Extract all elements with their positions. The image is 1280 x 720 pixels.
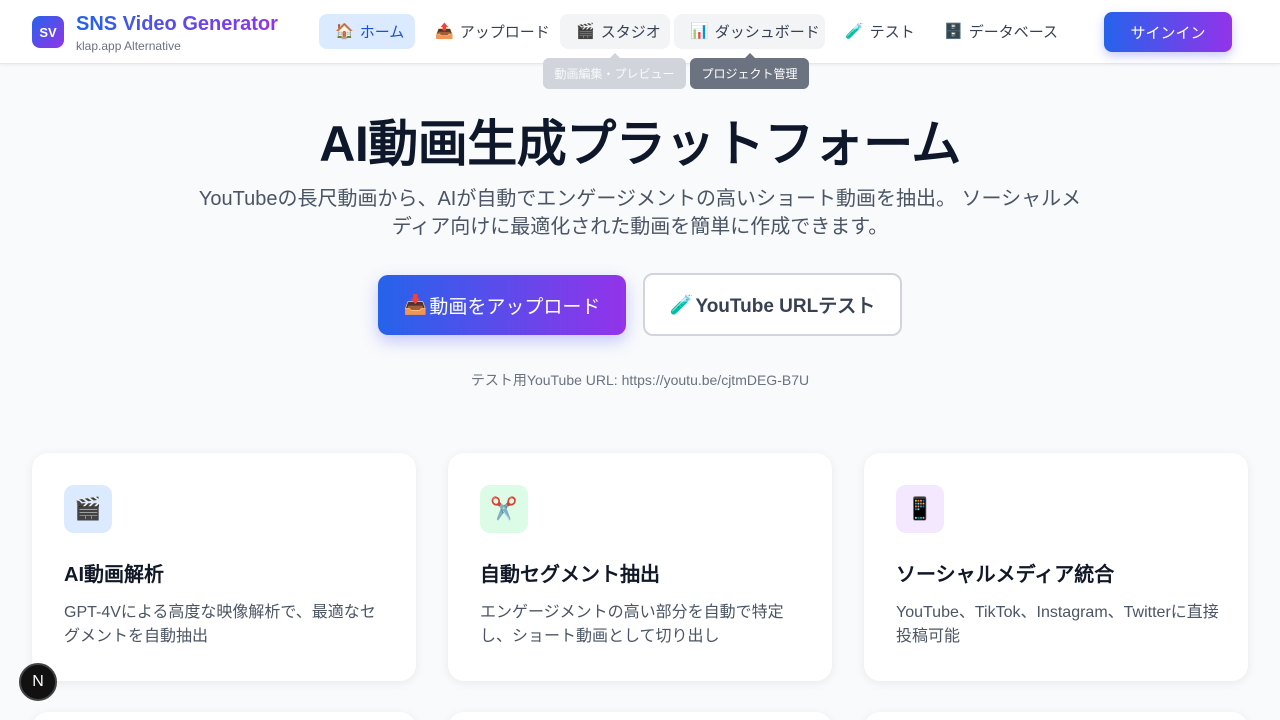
nav-item-label: テスト xyxy=(869,24,915,41)
inbox-tray-icon: 📥 xyxy=(403,295,428,316)
feature-card-partial xyxy=(32,712,416,720)
nextjs-dev-badge[interactable]: N xyxy=(19,663,57,701)
scissors-icon: ✂️ xyxy=(480,485,528,533)
home-icon: 🏠 xyxy=(335,23,354,40)
test-url-text: テスト用YouTube URL: https://youtu.be/cjtmDE… xyxy=(470,372,810,388)
feature-card-partial xyxy=(448,712,832,720)
test-tube-icon: 🧪 xyxy=(845,23,864,40)
upload-video-button-label: 動画をアップロード xyxy=(429,296,601,318)
feature-title: AI動画解析 xyxy=(64,564,164,586)
nav-item-label: アップロード xyxy=(459,24,550,41)
nav-item-upload[interactable]: 📤 アップロード xyxy=(419,14,556,49)
test-tube-icon: 🧪 xyxy=(669,294,694,316)
youtube-url-test-button[interactable]: 🧪 YouTube URLテスト xyxy=(643,273,902,336)
nav-item-label: スタジオ xyxy=(600,24,661,41)
feature-card-partial xyxy=(864,712,1248,720)
mobile-phone-icon: 📱 xyxy=(896,485,944,533)
hero-title: AI動画生成プラットフォーム xyxy=(319,116,961,172)
clapperboard-icon: 🎬 xyxy=(64,485,112,533)
upload-video-button[interactable]: 📥 動画をアップロード xyxy=(378,275,626,335)
signin-button[interactable]: サインイン xyxy=(1104,12,1232,52)
feature-description: GPT-4Vによる高度な映像解析で、最適なセグメントを自動抽出 xyxy=(64,604,376,645)
nav-item-studio[interactable]: 🎬 スタジオ xyxy=(560,14,670,49)
upload-icon: 📤 xyxy=(435,23,454,40)
feature-title: ソーシャルメディア統合 xyxy=(896,564,1115,586)
feature-card-segment-extraction: ✂️ 自動セグメント抽出 エンゲージメントの高い部分を自動で特定し、ショート動画… xyxy=(448,453,832,681)
brand-title[interactable]: SNS Video Generator xyxy=(76,13,278,36)
feature-card-ai-analysis: 🎬 AI動画解析 GPT-4Vによる高度な映像解析で、最適なセグメントを自動抽出 xyxy=(32,453,416,681)
nav-item-label: データベース xyxy=(968,24,1058,41)
nav-item-label: ダッシュボード xyxy=(714,24,820,41)
bar-chart-icon: 📊 xyxy=(690,23,709,40)
tooltip-studio: 動画編集・プレビュー xyxy=(543,53,686,89)
nav-item-label: ホーム xyxy=(359,24,405,41)
hero-description-line: ディア向けに最適化された動画を簡単に作成できます。 xyxy=(391,216,889,238)
nav-item-database[interactable]: 🗄️ データベース xyxy=(928,14,1064,49)
logo-badge[interactable]: SV xyxy=(32,16,64,48)
youtube-url-test-button-label: YouTube URLテスト xyxy=(695,296,876,317)
hero-description: YouTubeの長尺動画から、AIが自動でエンゲージメントの高いショート動画を抽… xyxy=(190,185,1090,241)
tooltip-dashboard: プロジェクト管理 xyxy=(690,53,809,89)
nav-item-test[interactable]: 🧪 テスト xyxy=(829,14,924,49)
feature-title: 自動セグメント抽出 xyxy=(480,564,660,586)
hero-description-line: YouTubeの長尺動画から、AIが自動でエンゲージメントの高いショート動画を抽… xyxy=(198,188,1082,210)
feature-card-social-integration: 📱 ソーシャルメディア統合 YouTube、TikTok、Instagram、T… xyxy=(864,453,1248,681)
nav-item-home[interactable]: 🏠 ホーム xyxy=(319,14,415,49)
feature-description: YouTube、TikTok、Instagram、Twitterに直接投稿可能 xyxy=(896,604,1219,645)
file-cabinet-icon: 🗄️ xyxy=(944,23,963,40)
top-nav-bar: SV SNS Video Generator klap.app Alternat… xyxy=(0,0,1280,64)
nav-item-dashboard[interactable]: 📊 ダッシュボード xyxy=(674,14,825,49)
feature-description: エンゲージメントの高い部分を自動で特定し、ショート動画として切り出し xyxy=(480,604,784,645)
clapperboard-icon: 🎬 xyxy=(576,23,595,40)
brand-subtitle: klap.app Alternative xyxy=(76,39,181,53)
